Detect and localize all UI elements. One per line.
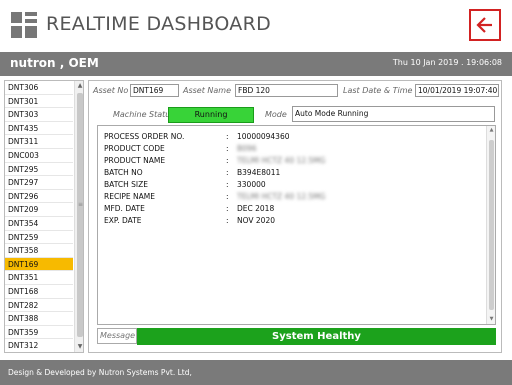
detail-separator: : — [226, 204, 229, 213]
details-scrollbar[interactable]: ▲ ▼ — [486, 126, 495, 324]
detail-separator: : — [226, 156, 229, 165]
scroll-thumb[interactable] — [77, 93, 83, 337]
info-bar: nutron , OEM Thu 10 Jan 2019 . 19:06:08 — [0, 52, 512, 76]
machine-status-label: Machine Status — [113, 110, 175, 119]
list-item[interactable]: DNT388 — [5, 312, 73, 326]
list-item[interactable]: DNT259 — [5, 231, 73, 245]
mode-field: Auto Mode Running — [292, 106, 495, 122]
list-item[interactable]: DNT312 — [5, 339, 73, 352]
detail-key: EXP. DATE — [104, 216, 142, 225]
list-item[interactable]: DNT359 — [5, 326, 73, 340]
detail-separator: : — [226, 132, 229, 141]
last-date-label: Last Date & Time — [343, 86, 413, 95]
detail-key: BATCH NO — [104, 168, 143, 177]
detail-key: PRODUCT NAME — [104, 156, 166, 165]
detail-value: 330000 — [237, 180, 266, 189]
asset-list: DNT306 DNT301 DNT303 DNT435 DNT311 DNC003 DNT2… — [4, 80, 84, 353]
list-item[interactable]: DNT169 — [5, 257, 73, 272]
asset-name-label: Asset Name — [183, 86, 232, 95]
detail-key: PRODUCT CODE — [104, 144, 165, 153]
detail-value: DEC 2018 — [237, 204, 275, 213]
arrow-left-icon — [476, 17, 492, 33]
list-item[interactable]: DNT295 — [5, 163, 73, 177]
asset-list-scrollbar[interactable]: ▲ ≡ ▼ — [74, 81, 84, 352]
detail-value: 10000094360 — [237, 132, 290, 141]
scroll-thumb[interactable] — [489, 140, 494, 310]
list-item[interactable]: DNT351 — [5, 271, 73, 285]
detail-value: TELMI HCTZ 40 12.5MG — [237, 192, 326, 201]
asset-no-field: DNT169 — [130, 84, 179, 97]
message-label: Message — [97, 328, 137, 344]
list-item[interactable]: DNT435 — [5, 122, 73, 136]
scroll-up-icon[interactable]: ▲ — [75, 81, 83, 91]
list-item[interactable]: DNC003 — [5, 149, 73, 163]
list-item[interactable]: DNT296 — [5, 190, 73, 204]
app-title: REALTIME DASHBOARD — [46, 13, 272, 35]
asset-name-field: FBD 120 — [235, 84, 338, 97]
asset-detail-panel: Asset No DNT169 Asset Name FBD 120 Last … — [88, 80, 502, 353]
detail-separator: : — [226, 144, 229, 153]
back-button[interactable] — [469, 9, 501, 41]
machine-status-badge: Running — [168, 107, 254, 123]
list-item[interactable]: DNT306 — [5, 81, 73, 95]
detail-key: RECIPE NAME — [104, 192, 155, 201]
detail-value: TELMI HCTZ 40 12.5MG — [237, 156, 326, 165]
detail-separator: : — [226, 192, 229, 201]
scroll-up-icon[interactable]: ▲ — [487, 126, 496, 135]
detail-key: BATCH SIZE — [104, 180, 148, 189]
last-date-field: 10/01/2019 19:07:40 — [415, 84, 499, 97]
mode-label: Mode — [265, 110, 287, 119]
detail-value: B394E8011 — [237, 168, 281, 177]
scroll-down-icon[interactable]: ▼ — [487, 315, 496, 324]
list-item[interactable]: DNT297 — [5, 176, 73, 190]
detail-key: MFD. DATE — [104, 204, 145, 213]
company-name: nutron , OEM — [10, 56, 99, 70]
grip-icon: ≡ — [78, 201, 84, 208]
list-item[interactable]: DNT301 — [5, 95, 73, 109]
detail-separator: : — [226, 168, 229, 177]
list-item[interactable]: DNT282 — [5, 299, 73, 313]
list-item[interactable]: DNT168 — [5, 285, 73, 299]
asset-no-label: Asset No — [93, 86, 129, 95]
list-item[interactable]: DNT209 — [5, 203, 73, 217]
list-item[interactable]: DNT358 — [5, 244, 73, 258]
current-datetime: Thu 10 Jan 2019 . 19:06:08 — [392, 58, 502, 67]
detail-separator: : — [226, 216, 229, 225]
batch-details-box: PROCESS ORDER NO.:10000094360 PRODUCT COD… — [97, 125, 496, 325]
header-bar: REALTIME DASHBOARD — [0, 0, 512, 52]
detail-separator: : — [226, 180, 229, 189]
scroll-down-icon[interactable]: ▼ — [75, 342, 83, 352]
status-message-banner: System Healthy — [137, 328, 496, 345]
footer-credit: Design & Developed by Nutron Systems Pvt… — [0, 360, 512, 385]
list-item[interactable]: DNT303 — [5, 108, 73, 122]
list-item[interactable]: DNT354 — [5, 217, 73, 231]
list-item[interactable]: DNT311 — [5, 135, 73, 149]
detail-key: PROCESS ORDER NO. — [104, 132, 185, 141]
detail-value: B096 — [237, 144, 257, 153]
grid-logo-icon — [11, 12, 37, 38]
dashboard-window: REALTIME DASHBOARD nutron , OEM Thu 10 J… — [0, 0, 512, 385]
detail-value: NOV 2020 — [237, 216, 275, 225]
